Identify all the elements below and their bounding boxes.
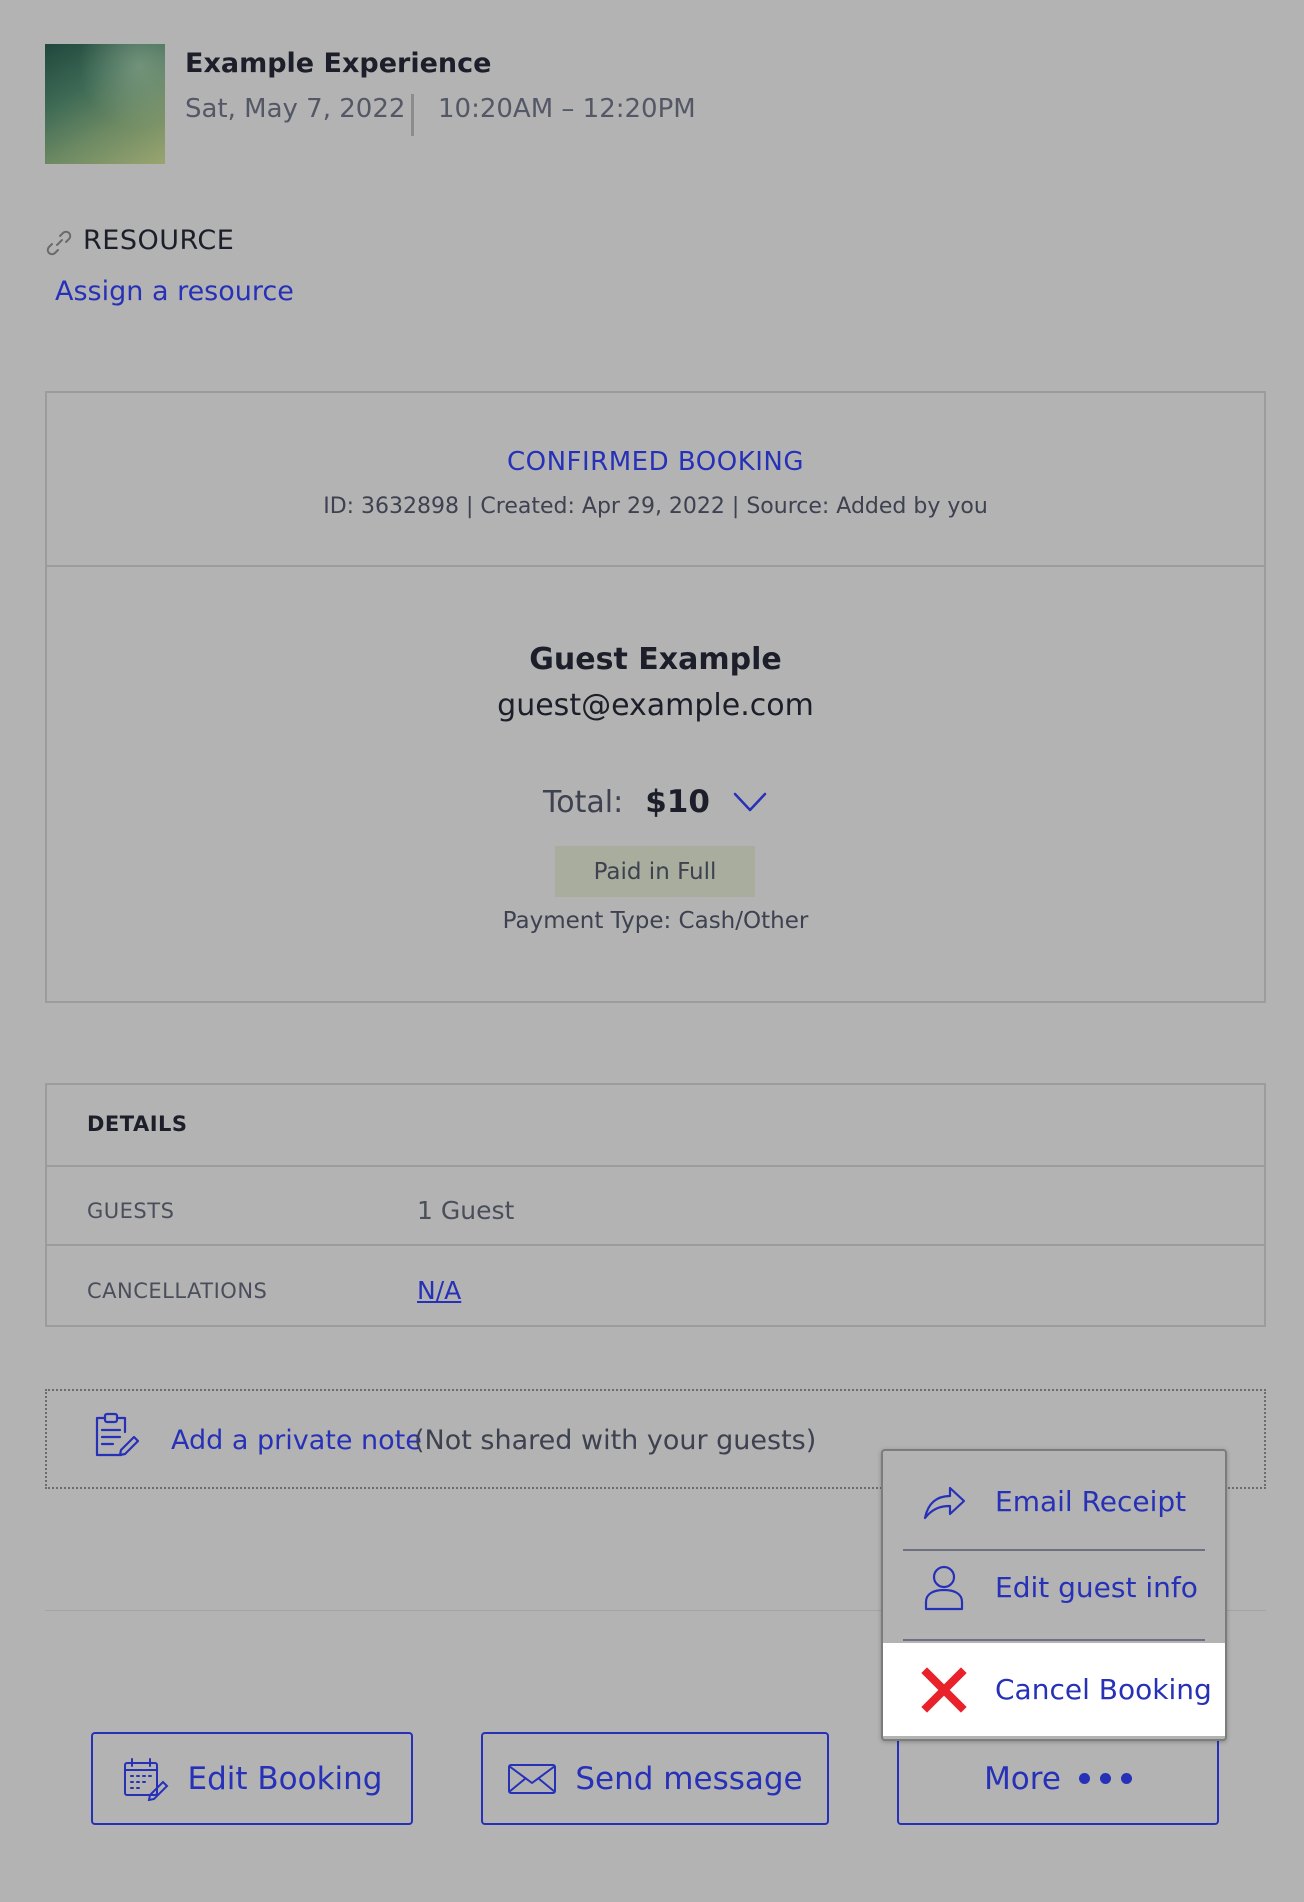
edit-booking-label: Edit Booking: [187, 1760, 383, 1797]
edit-guest-info-menu-item[interactable]: Edit guest info: [883, 1543, 1225, 1631]
clipboard-note-icon: [95, 1412, 140, 1457]
red-x-icon: [921, 1666, 967, 1713]
details-divider: [45, 1165, 1266, 1167]
experience-time: 10:20AM – 12:20PM: [438, 94, 696, 124]
guest-name: Guest Example: [529, 642, 782, 677]
guests-value: 1 Guest: [417, 1196, 515, 1225]
experience-thumbnail: [45, 44, 165, 164]
total-label: Total:: [543, 784, 624, 820]
send-message-label: Send message: [575, 1760, 803, 1797]
chevron-down-icon[interactable]: [732, 790, 768, 814]
total-row: Total: $10: [45, 780, 1266, 824]
experience-title: Example Experience: [185, 48, 492, 79]
more-dropdown-menu: Email Receipt Edit guest info Cancel Boo…: [881, 1449, 1227, 1741]
email-receipt-menu-item[interactable]: Email Receipt: [883, 1451, 1225, 1551]
add-private-note-link[interactable]: Add a private note: [171, 1425, 422, 1456]
paid-status-badge: Paid in Full: [555, 846, 755, 897]
edit-booking-button[interactable]: Edit Booking: [91, 1732, 413, 1825]
payment-type: Payment Type: Cash/Other: [502, 908, 809, 934]
details-divider: [45, 1244, 1266, 1246]
guest-email: guest@example.com: [497, 688, 814, 723]
share-arrow-icon: [923, 1486, 966, 1520]
envelope-icon: [508, 1763, 557, 1794]
cancel-booking-menu-item[interactable]: Cancel Booking: [883, 1643, 1225, 1736]
more-button[interactable]: More: [897, 1732, 1219, 1825]
assign-resource-link[interactable]: Assign a resource: [55, 276, 294, 307]
booking-card-divider: [45, 565, 1266, 567]
calendar-edit-icon: [123, 1757, 168, 1801]
menu-divider: [903, 1639, 1205, 1641]
send-message-button[interactable]: Send message: [481, 1732, 829, 1825]
details-header: DETAILS: [87, 1112, 188, 1136]
total-value: $10: [645, 784, 710, 820]
email-receipt-label: Email Receipt: [995, 1484, 1187, 1518]
private-note-hint: (Not shared with your guests): [414, 1425, 817, 1456]
cancellations-label: CANCELLATIONS: [87, 1279, 268, 1303]
resource-label: RESOURCE: [83, 225, 235, 256]
link-icon: [46, 230, 72, 256]
experience-date: Sat, May 7, 2022: [185, 94, 406, 124]
more-label: More: [984, 1760, 1061, 1797]
guests-label: GUESTS: [87, 1199, 175, 1223]
date-time-divider: [411, 94, 414, 136]
person-icon: [924, 1565, 964, 1611]
cancellations-link[interactable]: N/A: [417, 1276, 461, 1305]
ellipsis-icon: [1078, 1773, 1132, 1784]
booking-meta: ID: 3632898 | Created: Apr 29, 2022 | So…: [323, 494, 988, 519]
booking-status: CONFIRMED BOOKING: [506, 447, 805, 477]
cancel-booking-label: Cancel Booking: [995, 1673, 1212, 1706]
edit-guest-info-label: Edit guest info: [995, 1570, 1198, 1604]
